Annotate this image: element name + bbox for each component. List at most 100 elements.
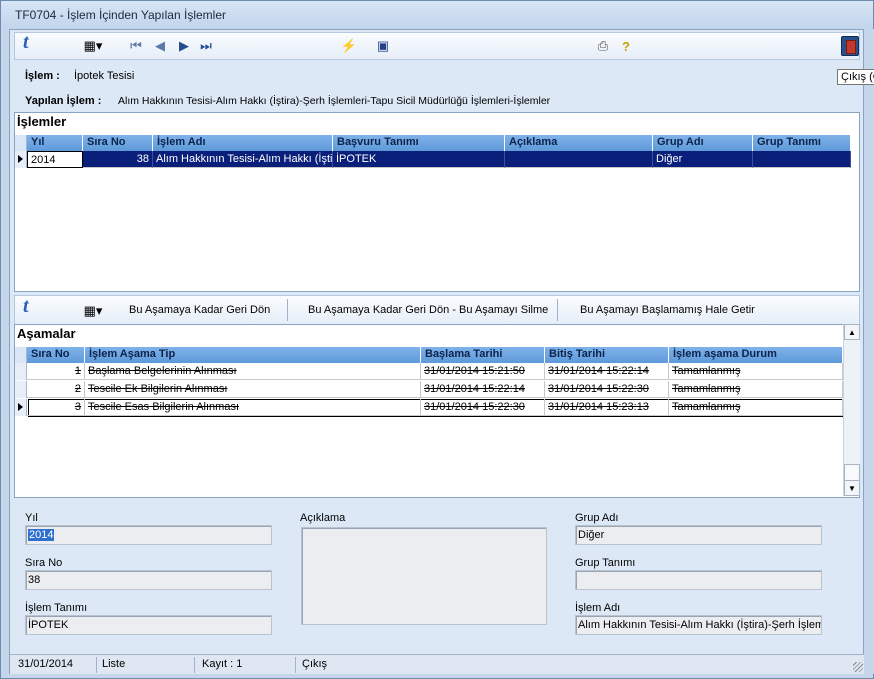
row-indicator[interactable] [15,363,27,380]
islem-tanimi-label: İşlem Tanımı [25,602,88,614]
status-divider [194,657,195,673]
save-icon[interactable]: ▣ [375,37,391,55]
status-bar: 31/01/2014 Liste Kayıt : 1 Çıkış [10,654,865,674]
col-islem-asama-tip[interactable]: İşlem Aşama Tip [85,347,421,363]
first-record-icon[interactable]: ⏮ [129,37,143,55]
col-aciklama[interactable]: Açıklama [505,135,653,151]
row-indicator[interactable] [15,399,27,416]
cell-islem-adi[interactable]: Alım Hakkının Tesisi-Alım Hakkı (İştira [153,151,333,168]
cell-basvuru[interactable]: İPOTEK [333,151,505,168]
stage-cell-baslama[interactable]: 31/01/2014 15:22:30 [421,399,545,416]
toolbar-divider [287,299,288,321]
status-date: 31/01/2014 [18,658,74,670]
col-grup-adi[interactable]: Grup Adı [653,135,753,151]
col-islem-adi[interactable]: İşlem Adı [153,135,333,151]
baslamamis-hale-getir-button[interactable]: Bu Aşamayı Başlamamış Hale Getir [580,304,755,316]
stage-cell-bitis[interactable]: 31/01/2014 15:22:30 [545,381,669,398]
cell-sira[interactable]: 38 [83,151,153,168]
grup-adi-field[interactable]: Diğer [575,525,822,545]
cell-grup-tanimi[interactable] [753,151,851,168]
main-toolbar: t ▦▾ ⏮ ◀ ▶ ⏭ ⚡ ▣ ⎙ ? [14,30,860,60]
sira-no-field[interactable]: 38 [25,570,272,590]
stage-cell-durum[interactable]: Tamamlanmış [669,399,843,416]
col-yil[interactable]: Yıl [27,135,83,151]
grid-header-indicator [15,135,27,151]
stage-cell-tip[interactable]: Tescile Ek Bilgilerin Alınması [85,381,421,398]
col-sira-no[interactable]: Sıra No [83,135,153,151]
islem-value: İpotek Tesisi [74,70,135,82]
grup-tanimi-label: Grup Tanımı [575,557,636,569]
col-baslama-tarihi[interactable]: Başlama Tarihi [421,347,545,363]
grup-tanimi-field[interactable] [575,570,822,590]
status-kayit: Kayıt : 1 [202,658,243,670]
help-icon[interactable]: ? [619,37,633,55]
title-bar: TF0704 - İşlem İçinden Yapılan İşlemler [1,1,873,29]
window-edge [864,29,874,674]
stage-cell-sira[interactable]: 1 [27,363,85,380]
stage-cell-sira[interactable]: 3 [27,399,85,416]
asamalar-grid[interactable]: Aşamalar Sıra No İşlem Aşama Tip Başlama… [14,324,860,498]
geri-don-button[interactable]: Bu Aşamaya Kadar Geri Dön [129,304,270,316]
status-divider [96,657,97,673]
grid-header-indicator [15,347,27,363]
stage-cell-baslama[interactable]: 31/01/2014 15:22:14 [421,381,545,398]
last-record-icon[interactable]: ⏭ [199,37,213,55]
status-divider [295,657,296,673]
sira-no-label: Sıra No [25,557,63,569]
yapilan-islem-value: Alım Hakkının Tesisi-Alım Hakkı (İştira)… [118,95,551,107]
col-basvuru-tanimi[interactable]: Başvuru Tanımı [333,135,505,151]
app-logo-icon: t [23,30,29,53]
stage-cell-bitis[interactable]: 31/01/2014 15:22:14 [545,363,669,380]
col-sira-no[interactable]: Sıra No [27,347,85,363]
yil-value: 2014 [28,529,55,541]
yapilan-islem-label: Yapılan İşlem : [25,95,102,107]
aciklama-field[interactable] [301,527,547,625]
col-asama-durum[interactable]: İşlem aşama Durum [669,347,843,363]
exit-button[interactable] [841,36,859,56]
main-client-area: t ▦▾ ⏮ ◀ ▶ ⏭ ⚡ ▣ ⎙ ? İşlem : İpotek Tesi… [9,29,865,674]
app-logo-icon: t [23,294,29,317]
scroll-up-icon[interactable]: ▲ [844,324,860,340]
toolbar-divider [557,299,558,321]
islem-adi-label: İşlem Adı [575,602,621,614]
application-window: TF0704 - İşlem İçinden Yapılan İşlemler … [0,0,874,679]
cell-grup-adi[interactable]: Diğer [653,151,753,168]
islem-label: İşlem : [25,70,60,82]
lightning-icon[interactable]: ⚡ [341,37,357,55]
window-title: TF0704 - İşlem İçinden Yapılan İşlemler [15,8,226,22]
cell-aciklama[interactable] [505,151,653,168]
status-mode: Liste [102,658,126,670]
grid-view-dropdown-icon[interactable]: ▦▾ [79,302,107,320]
aciklama-label: Açıklama [300,512,346,524]
grid-view-dropdown-icon[interactable]: ▦▾ [79,37,107,55]
stage-cell-durum[interactable]: Tamamlanmış [669,381,843,398]
status-cikis: Çıkış [302,658,328,670]
yil-field[interactable]: 2014 [25,525,272,545]
geri-don-silme-button[interactable]: Bu Aşamaya Kadar Geri Dön - Bu Aşamayı S… [308,304,548,316]
islemler-title: İşlemler [17,114,67,129]
grup-adi-label: Grup Adı [575,512,619,524]
next-record-icon[interactable]: ▶ [177,37,191,55]
row-indicator[interactable] [15,381,27,398]
islemler-grid[interactable]: İşlemler Yıl Sıra No İşlem Adı Başvuru T… [14,112,860,292]
islem-adi-field[interactable]: Alım Hakkının Tesisi-Alım Hakkı (İştira)… [575,615,822,635]
col-grup-tanimi[interactable]: Grup Tanımı [753,135,851,151]
stages-scrollbar[interactable]: ▲ ▼ [843,324,860,496]
stage-cell-sira[interactable]: 2 [27,381,85,398]
row-indicator[interactable] [15,151,27,168]
col-bitis-tarihi[interactable]: Bitiş Tarihi [545,347,669,363]
print-icon[interactable]: ⎙ [595,37,611,55]
cell-yil[interactable]: 2014 [27,151,83,168]
scroll-down-icon[interactable]: ▼ [844,480,860,496]
islem-tanimi-field[interactable]: İPOTEK [25,615,272,635]
prev-record-icon[interactable]: ◀ [153,37,167,55]
stage-cell-bitis[interactable]: 31/01/2014 15:23:13 [545,399,669,416]
stage-cell-durum[interactable]: Tamamlanmış [669,363,843,380]
resize-grip-icon[interactable] [853,662,863,672]
stage-cell-baslama[interactable]: 31/01/2014 15:21:50 [421,363,545,380]
stage-cell-tip[interactable]: Başlama Belgelerinin Alınması [85,363,421,380]
yil-label: Yıl [25,512,38,524]
exit-tooltip: Çıkış (C [837,69,874,85]
asamalar-title: Aşamalar [17,326,76,341]
stage-cell-tip[interactable]: Tescile Esas Bilgilerin Alınması [85,399,421,416]
